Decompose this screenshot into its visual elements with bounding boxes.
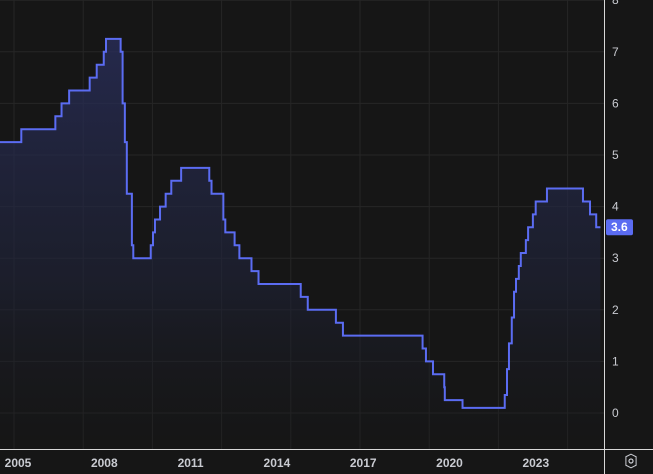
- y-tick-label: 1: [612, 354, 619, 368]
- y-tick-label: 6: [612, 96, 619, 110]
- x-tick-label: 2020: [436, 456, 463, 470]
- last-value-badge: 3.6: [606, 219, 633, 236]
- x-tick-label: 2017: [350, 456, 377, 470]
- y-axis-ticks: 0 1 2 3 4 5 6 7 8: [612, 0, 619, 420]
- x-tick-label: 2011: [178, 456, 204, 470]
- y-tick-label: 2: [612, 303, 619, 317]
- y-tick-label: 8: [612, 0, 619, 7]
- y-tick-label: 0: [612, 406, 619, 420]
- y-tick-label: 4: [612, 200, 619, 214]
- hexagon-settings-icon[interactable]: [625, 453, 637, 469]
- last-value-label: 3.6: [611, 220, 628, 234]
- x-tick-label: 2014: [264, 456, 291, 470]
- x-tick-label: 2008: [91, 456, 118, 470]
- rate-chart: 0 1 2 3 4 5 6 7 8 2005 2008 2011 2014 2017 2020 2023 3…: [0, 0, 653, 474]
- x-tick-label: 2005: [5, 456, 32, 470]
- y-tick-label: 3: [612, 251, 619, 265]
- y-tick-label: 7: [612, 45, 619, 59]
- series-area: [0, 38, 601, 449]
- y-tick-label: 5: [612, 148, 619, 162]
- x-tick-label: 2023: [522, 456, 549, 470]
- x-axis-ticks: 2005 2008 2011 2014 2017 2020 2023: [5, 456, 550, 470]
